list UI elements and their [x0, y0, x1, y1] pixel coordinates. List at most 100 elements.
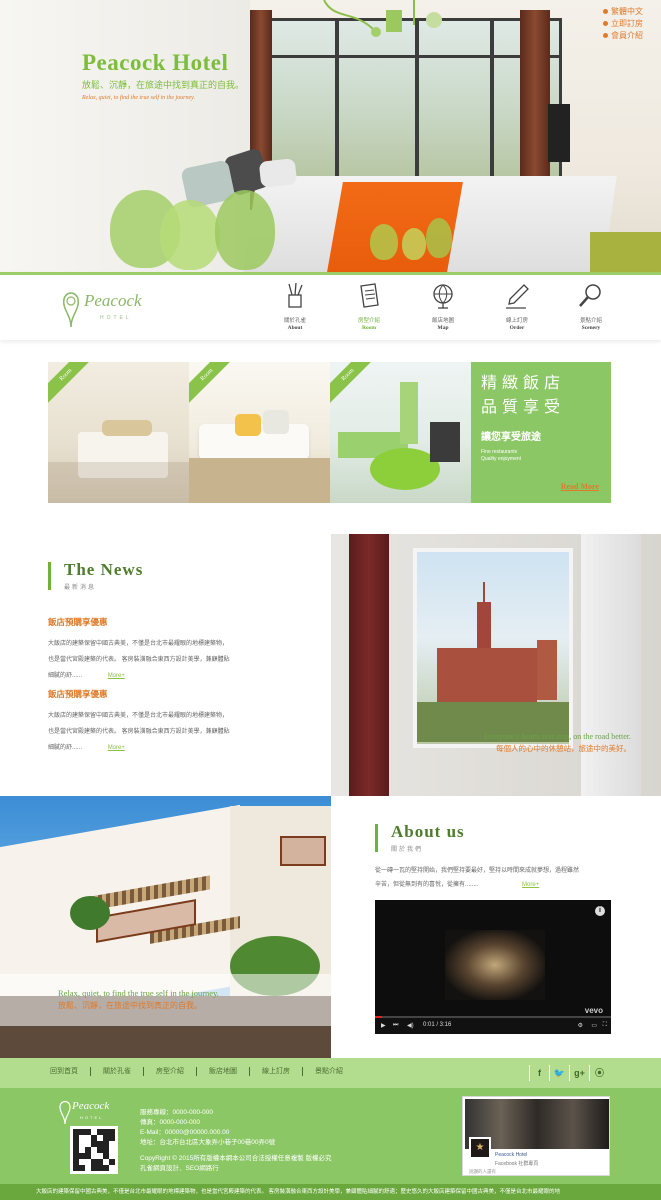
twitter-icon[interactable]: 🐦: [549, 1065, 569, 1081]
footer-logo[interactable]: Peacock HOTEL: [58, 1098, 118, 1126]
nav-label-zh: 線上訂房: [505, 318, 528, 324]
hero-title: Peacock Hotel: [82, 50, 229, 75]
footer-link-about[interactable]: 關於孔雀: [91, 1067, 144, 1076]
read-more-link[interactable]: Read More: [561, 482, 599, 491]
promo-panel: 精緻飯店 品質享受 讓您享受旅途 Fine restaurants Qualit…: [471, 362, 611, 503]
nav-item-order[interactable]: 線上訂房 Order: [480, 281, 554, 331]
youtube-icon[interactable]: ▭: [591, 1022, 597, 1029]
language-links: 繁體中文 立即訂房 會員介紹: [603, 6, 643, 42]
footer-link-room[interactable]: 房型介紹: [144, 1067, 197, 1076]
footer-link-map[interactable]: 飯店地圖: [197, 1067, 250, 1076]
footer-link-order[interactable]: 線上訂房: [250, 1067, 303, 1076]
news-more-link[interactable]: More+: [108, 745, 125, 751]
about-heading-zh: 關於我們: [391, 847, 424, 853]
booking-link-label: 立即訂房: [611, 19, 643, 28]
video-brand: vevo: [584, 1006, 603, 1015]
bullet-icon: [603, 33, 608, 39]
bullet-icon: [603, 21, 608, 27]
google-plus-icon[interactable]: g+: [569, 1065, 589, 1081]
villa-caption: Relax, quiet, to find the true self in t…: [0, 974, 331, 1026]
member-link-label: 會員介紹: [611, 31, 643, 40]
facebook-icon[interactable]: f: [529, 1065, 549, 1081]
skip-icon[interactable]: ⏭: [393, 1022, 398, 1029]
moscow-caption: Everyone's hearts rest stop, on the road…: [484, 732, 631, 754]
room-cushion: [263, 410, 289, 434]
news-body: 大飯店的建築保留中國古典美，不僅是台北市最耀眼的地標建築物， 也是當代宮殿建築的…: [48, 636, 308, 684]
language-link[interactable]: 繁體中文: [603, 6, 643, 18]
nav-label-zh: 關於孔雀: [283, 318, 306, 324]
room-curtain: [400, 382, 418, 444]
news-title[interactable]: 飯店預購享優惠: [48, 688, 308, 700]
footer-logo-tagline: HOTEL: [80, 1115, 104, 1120]
nav-label-zh: 飯店地圖: [431, 318, 454, 324]
nav-item-about[interactable]: 關於孔雀 About: [258, 281, 332, 331]
facebook-page-name[interactable]: Peacock Hotel: [495, 1152, 527, 1158]
contact-fax: 傳真：0000-000-000: [140, 1119, 200, 1126]
footer: Peacock HOTEL 服務專線：0000-000-000 傳真：0000-…: [0, 1088, 661, 1184]
footer-nav: 回到首頁 關於孔雀 房型介紹 飯店地圖 線上訂房 景點介紹 f 🐦 g+ ⦿: [0, 1058, 661, 1088]
villa-plant: [70, 896, 110, 930]
footer-link-home[interactable]: 回到首頁: [50, 1067, 91, 1076]
settings-icon[interactable]: ⚙: [578, 1022, 583, 1029]
contact-email[interactable]: E-Mail：00000@00000.000.00: [140, 1128, 332, 1138]
footer-logo-wordmark: Peacock: [72, 1100, 110, 1112]
nav-item-map[interactable]: 飯店地圖 Map: [406, 281, 480, 331]
room-showcase: Room Room Room 精緻飯店 品質享受 讓您享受旅途 Fine res…: [48, 362, 611, 503]
news-heading-en: The News: [64, 560, 144, 579]
play-icon[interactable]: ▶: [381, 1022, 386, 1029]
pen-icon: [506, 284, 529, 309]
footer-links: 回到首頁 關於孔雀 房型介紹 飯店地圖 線上訂房 景點介紹: [50, 1067, 355, 1076]
rss-icon[interactable]: ⦿: [589, 1065, 609, 1081]
news-line: 也是當代宮殿建築的代表。 客房裝潢融合東西方設計美學，兼顧體貼: [48, 657, 230, 663]
hero-tree-illustration: [215, 190, 275, 270]
caption-zh: 每個人的心中的休憩站，旅途中的美好。: [496, 744, 631, 753]
video-player[interactable]: i vevo ▶ ⏭ ◀) 0:01 / 3:16 ⚙ ▭ ⛶: [375, 900, 611, 1034]
logo-tagline: HOTEL: [100, 315, 132, 321]
heading-bar: [48, 562, 51, 590]
room-pillow: [102, 420, 152, 436]
room-ribbon: Room: [48, 362, 100, 409]
nav-menu: 關於孔雀 About 房型介紹 Room 飯店地圖 Map 線上訂房 Order…: [258, 281, 628, 331]
nav-label-zh: 房型介紹: [357, 318, 380, 324]
photo-sheer-curtain: [581, 534, 641, 796]
nav-label-en: Scenery: [581, 325, 601, 331]
peacock-feather-icon: [62, 292, 80, 327]
nav-label-en: Order: [509, 325, 525, 331]
about-body: 從一磚一瓦的堅持開始，我們堅持要最好，堅持以時間來成就夢想，過程雖然 辛苦，但從…: [375, 864, 611, 892]
hero-subtitle-en: Relax, quiet, to find the true self in t…: [82, 95, 195, 101]
fullscreen-icon[interactable]: ⛶: [603, 1022, 607, 1029]
volume-icon[interactable]: ◀): [407, 1022, 414, 1029]
caption-en: Relax, quiet, to find the true self in t…: [58, 988, 219, 998]
news-title[interactable]: 飯店預購享優惠: [48, 616, 308, 628]
design-credit[interactable]: 孔雀網頁設計．SEO網路行: [140, 1164, 332, 1174]
room-card[interactable]: Room: [189, 362, 330, 503]
photo-spire: [483, 582, 485, 604]
logo-wordmark: Peacock: [84, 291, 142, 310]
footer-link-scenery[interactable]: 景點介紹: [303, 1067, 355, 1076]
news-item: 飯店預購享優惠 大飯店的建築保留中國古典美，不僅是台北市最耀眼的地標建築物， 也…: [48, 688, 308, 756]
about-more-link[interactable]: More+: [522, 882, 539, 888]
member-link[interactable]: 會員介紹: [603, 30, 643, 42]
promo-small: Fine restaurants: [481, 449, 518, 455]
star-icon: ★: [469, 1137, 491, 1159]
info-icon[interactable]: i: [595, 906, 605, 916]
nav-item-room[interactable]: 房型介紹 Room: [332, 281, 406, 331]
facebook-widget[interactable]: ★ Peacock Hotel Facebook 社群專頁 說讚的人還有: [462, 1096, 610, 1176]
document-icon: [360, 283, 379, 308]
nav-item-scenery[interactable]: 景點介紹 Scenery: [554, 281, 628, 331]
room-desk: [430, 422, 460, 462]
site-logo[interactable]: Peacock HOTEL: [60, 285, 170, 331]
news-line: 大飯店的建築保留中國古典美，不僅是台北市最耀眼的地標建築物，: [48, 713, 229, 719]
caption-en: Everyone's hearts rest stop, on the road…: [484, 732, 631, 741]
news-body: 大飯店的建築保留中國古典美，不僅是台北市最耀眼的地標建築物， 也是當代宮殿建築的…: [48, 708, 308, 756]
booking-link[interactable]: 立即訂房: [603, 18, 643, 30]
room-card[interactable]: Room: [330, 362, 471, 503]
nav-label-zh: 景點介紹: [579, 318, 602, 324]
news-more-link[interactable]: More+: [108, 673, 125, 679]
heading-bar: [375, 824, 378, 852]
hero-bench: [590, 232, 661, 272]
news-line: 大飯店的建築保留中國古典美，不僅是台北市最耀眼的地標建築物，: [48, 641, 229, 647]
room-card[interactable]: Room: [48, 362, 189, 503]
contact-service: 服務專線：0000-000-000: [140, 1109, 213, 1116]
hero-pillow: [258, 158, 298, 188]
